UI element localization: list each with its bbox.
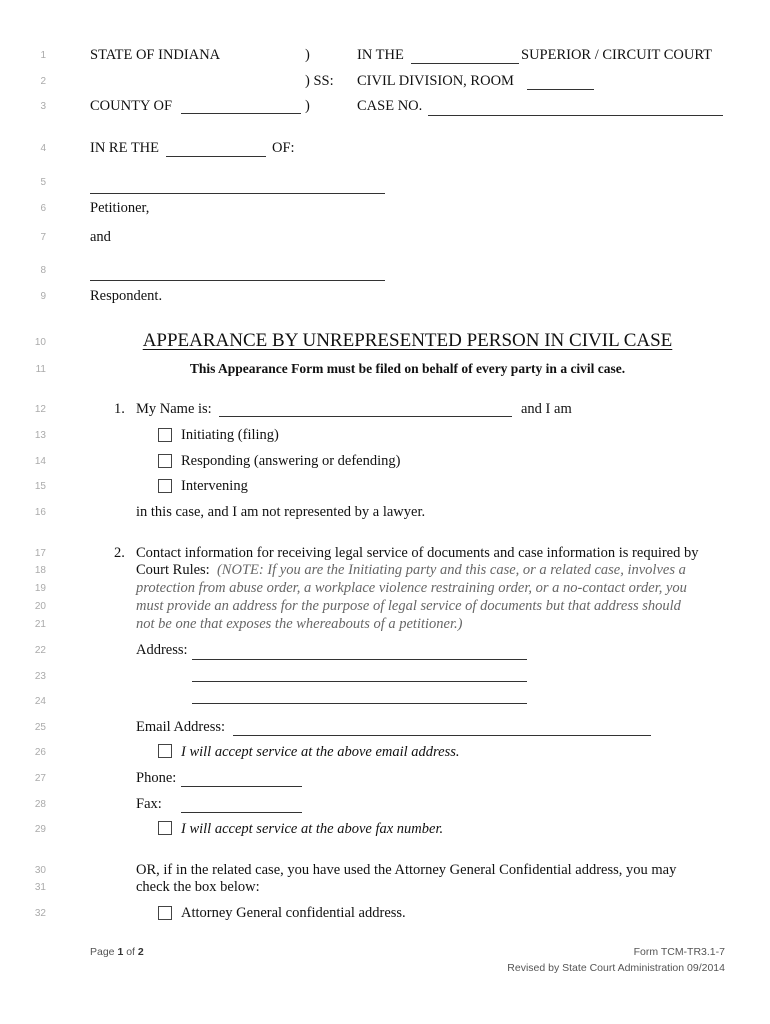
line-number: 18 [34,565,46,576]
line-number: 19 [34,583,46,594]
matter-field[interactable] [166,156,266,157]
address-field-line-1[interactable] [192,659,527,660]
line-number: 30 [34,865,46,876]
email-accept-checkbox[interactable] [158,744,172,758]
line-number: 13 [34,430,46,441]
and-label: and [90,229,111,245]
section-2-intro-line-2: Court Rules: (NOTE: If you are the Initi… [136,562,686,579]
line-number: 27 [34,773,46,784]
petitioner-name-field[interactable] [90,193,385,194]
line-number: 17 [34,548,46,559]
civil-division-label: CIVIL DIVISION, ROOM [357,73,514,89]
court-county-field[interactable] [411,63,519,64]
court-rules-label: Court Rules: [136,562,210,578]
line-number: 7 [40,232,46,243]
petitioner-label: Petitioner, [90,200,150,216]
line-number: 12 [34,404,46,415]
line-number: 6 [40,203,46,214]
or-line-1: OR, if in the related case, you have use… [136,862,677,878]
intervening-checkbox[interactable] [158,479,172,493]
line-number: 15 [34,481,46,492]
ag-confidential-label: Attorney General confidential address. [181,905,406,921]
and-i-am-label: and I am [521,401,572,417]
room-field[interactable] [527,89,594,90]
page-prefix: Page [90,946,115,958]
name-label: My Name is: [136,401,212,417]
page-title: APPEARANCE BY UNREPRESENTED PERSON IN CI… [0,330,770,352]
line-number: 2 [40,76,46,87]
section-2-number: 2. [114,545,125,561]
county-label: COUNTY OF [90,98,173,114]
note-line: protection from abuse order, a workplace… [136,580,687,596]
intervening-label: Intervening [181,478,248,494]
page-total: 2 [137,946,144,958]
note-line: (NOTE: If you are the Initiating party a… [216,562,686,578]
line-number: 31 [34,882,46,893]
line-number: 3 [40,101,46,112]
line-number: 14 [34,456,46,467]
line-number: 5 [40,177,46,188]
address-field-line-2[interactable] [192,681,527,682]
page-of: of [126,946,135,958]
phone-label: Phone: [136,770,177,786]
email-accept-label: I will accept service at the above email… [181,744,460,760]
fax-field[interactable] [181,812,302,813]
caption-paren: ) [305,47,310,63]
email-field[interactable] [233,735,651,736]
line-number: 25 [34,722,46,733]
section-1-closing: in this case, and I am not represented b… [136,504,426,520]
case-no-label: CASE NO. [357,98,423,114]
line-number: 26 [34,747,46,758]
respondent-label: Respondent. [90,288,163,304]
line-number: 32 [34,908,46,919]
page-current: 1 [117,946,124,958]
responding-label: Responding (answering or defending) [181,453,401,469]
name-field[interactable] [219,416,512,417]
line-number: 28 [34,799,46,810]
form-id: Form TCM-TR3.1-7 [633,946,725,958]
phone-field[interactable] [181,786,302,787]
section-1-number: 1. [114,401,125,417]
revised-note: Revised by State Court Administration 09… [507,962,725,974]
note-line: must provide an address for the purpose … [136,598,681,614]
fax-accept-label: I will accept service at the above fax n… [181,821,444,837]
or-line-2: check the box below: [136,879,260,895]
case-number-field[interactable] [428,115,723,116]
page-indicator: Page 1 of 2 [90,946,144,958]
in-re-the-label: IN RE THE [90,140,160,156]
line-number: 8 [40,265,46,276]
email-label: Email Address: [136,719,226,735]
line-number: 23 [34,671,46,682]
line-number: 22 [34,645,46,656]
page-subtitle-text: This Appearance Form must be filed on be… [189,361,626,376]
section-2-intro-line-1: Contact information for receiving legal … [136,545,699,561]
address-field-line-3[interactable] [192,703,527,704]
line-number: 20 [34,601,46,612]
line-number: 29 [34,824,46,835]
caption-paren: ) [305,98,310,114]
line-number: 21 [34,619,46,630]
address-label: Address: [136,642,188,658]
state-label: STATE OF INDIANA [90,47,221,63]
in-the-label: IN THE [357,47,404,63]
line-number: 4 [40,143,46,154]
page-title-text: APPEARANCE BY UNREPRESENTED PERSON IN CI… [142,330,673,351]
responding-checkbox[interactable] [158,454,172,468]
court-type-label: SUPERIOR / CIRCUIT COURT [521,47,713,63]
page-subtitle: This Appearance Form must be filed on be… [0,361,770,377]
line-number: 9 [40,291,46,302]
initiating-label: Initiating (filing) [181,427,279,443]
ag-confidential-checkbox[interactable] [158,906,172,920]
fax-label: Fax: [136,796,162,812]
note-line: not be one that exposes the whereabouts … [136,616,463,632]
fax-accept-checkbox[interactable] [158,821,172,835]
line-number: 24 [34,696,46,707]
county-field[interactable] [181,113,301,114]
line-number: 16 [34,507,46,518]
initiating-checkbox[interactable] [158,428,172,442]
of-label: OF: [272,140,295,156]
ss-label: ) SS: [305,73,334,89]
respondent-name-field[interactable] [90,280,385,281]
line-number: 1 [40,50,46,61]
